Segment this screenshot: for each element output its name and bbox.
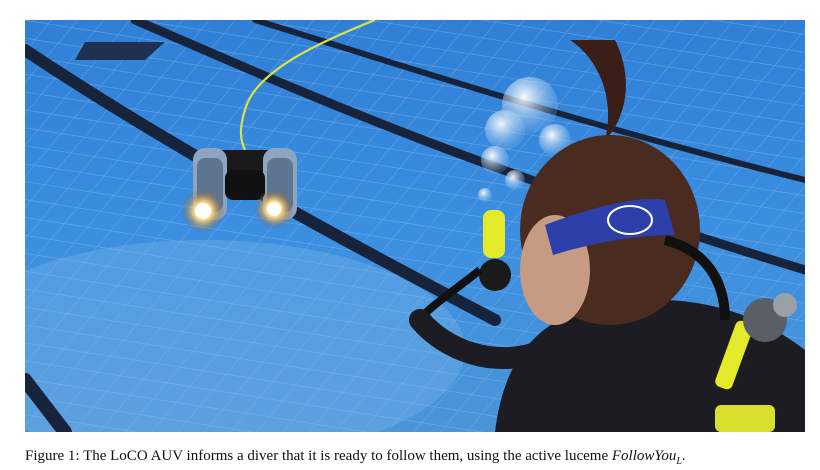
caption-label: Figure 1: [25,448,80,464]
caption-text: The LoCO AUV informs a diver that it is … [83,448,609,464]
figure-photo [25,20,805,432]
caption-period: . [681,448,686,464]
figure-caption: Figure 1: The LoCO AUV informs a diver t… [25,448,815,467]
diver-mask [483,210,505,258]
luceme-name: FollowYou [611,448,677,464]
